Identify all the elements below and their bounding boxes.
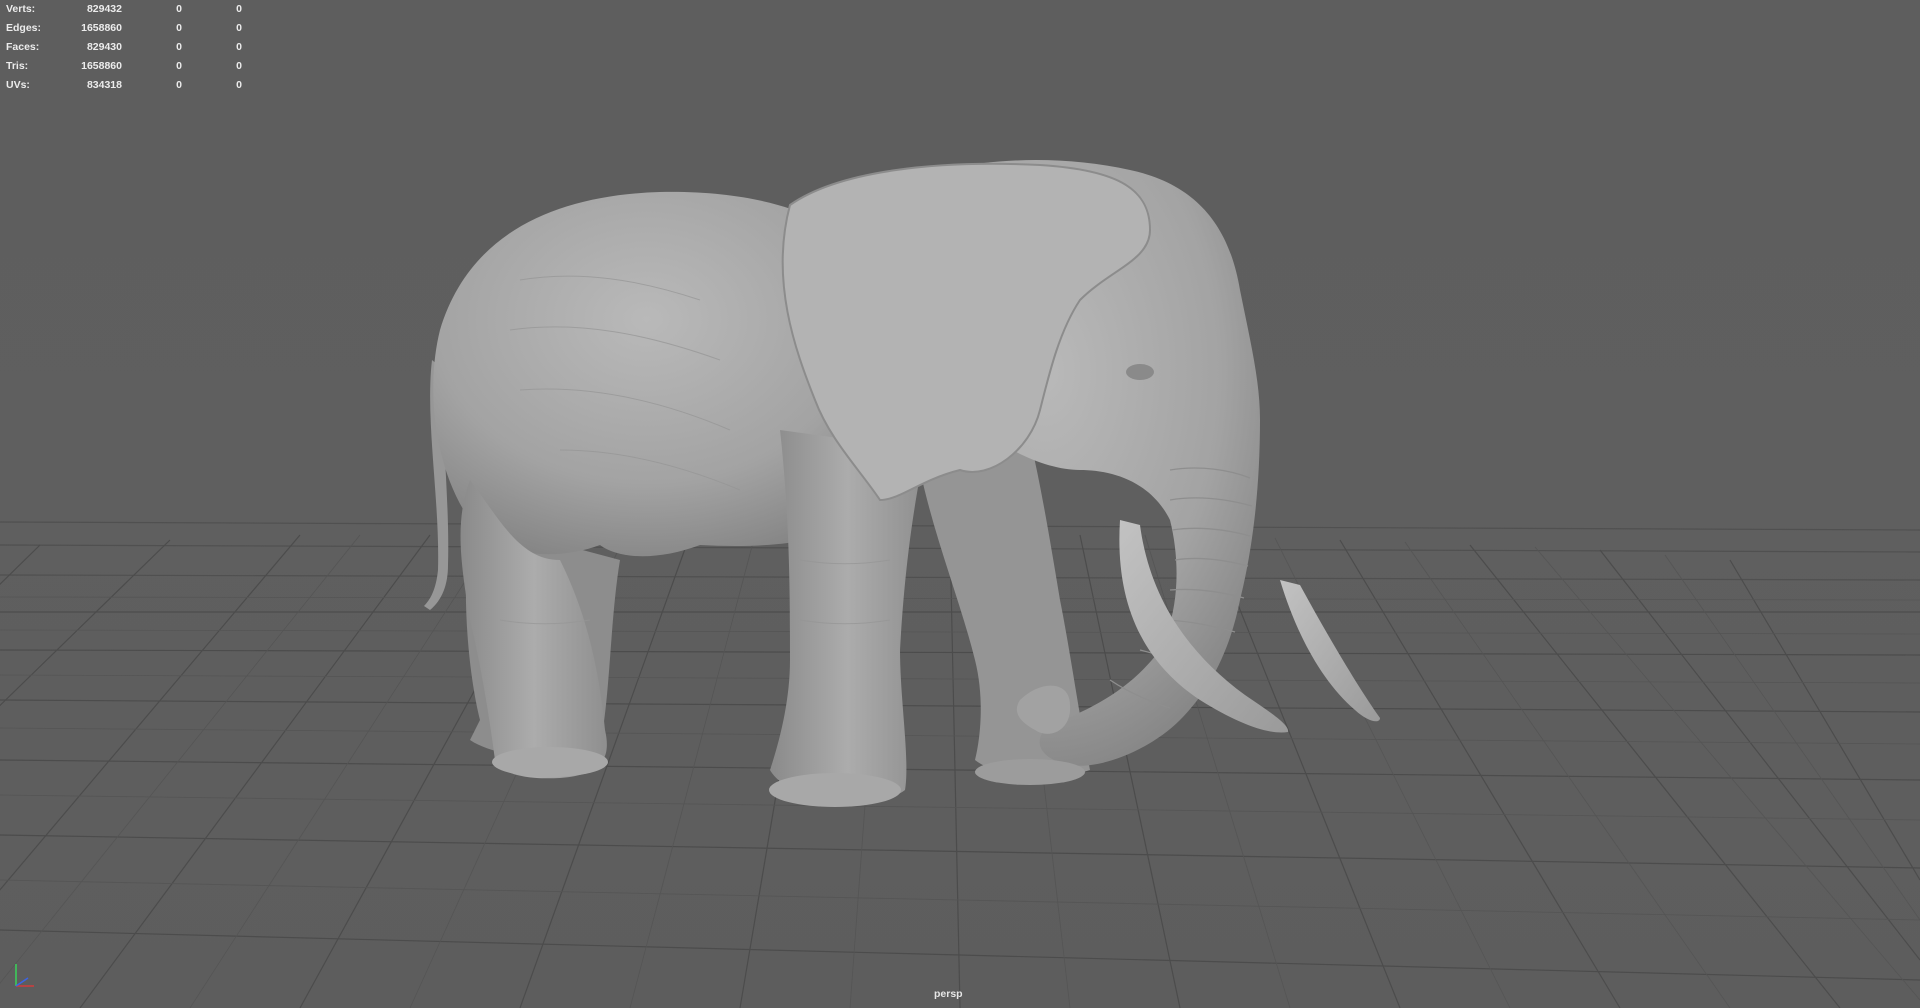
viewport-persp[interactable]: Verts: 829432 0 0 Edges: 1658860 0 0 Fac… (0, 0, 1920, 1008)
hud-value: 829432 (86, 3, 122, 15)
elephant-foot-front-near (769, 773, 901, 807)
elephant-model[interactable] (424, 160, 1380, 807)
elephant-foot-front-far (975, 759, 1085, 785)
hud-row-tris: Tris: 1658860 0 0 (6, 58, 242, 77)
elephant-tusk-far (1280, 580, 1380, 722)
hud-component: 0 (236, 79, 242, 91)
hud-component: 0 (236, 41, 242, 53)
poly-count-hud: Verts: 829432 0 0 Edges: 1658860 0 0 Fac… (6, 1, 242, 96)
hud-component: 0 (236, 3, 242, 15)
axis-gizmo-icon (15, 964, 34, 987)
camera-label: persp (934, 988, 963, 1000)
hud-label: Verts: (6, 3, 36, 15)
hud-selected: 0 (176, 79, 182, 91)
hud-row-faces: Faces: 829430 0 0 (6, 39, 242, 58)
hud-label: Edges: (6, 22, 42, 34)
hud-component: 0 (236, 22, 242, 34)
axis-z-icon (15, 977, 29, 987)
hud-label: Tris: (6, 60, 29, 72)
hud-row-edges: Edges: 1658860 0 0 (6, 20, 242, 39)
hud-selected: 0 (176, 3, 182, 15)
hud-value: 1658860 (81, 22, 122, 34)
elephant-foot-hind (492, 747, 608, 777)
hud-selected: 0 (176, 22, 182, 34)
hud-value: 834318 (86, 79, 122, 91)
hud-component: 0 (236, 60, 242, 72)
hud-label: Faces: (6, 41, 40, 53)
hud-value: 829430 (86, 41, 122, 53)
hud-row-uvs: UVs: 834318 0 0 (6, 77, 242, 96)
scene-3d[interactable] (0, 0, 1920, 1008)
hud-label: UVs: (6, 79, 30, 91)
hud-selected: 0 (176, 41, 182, 53)
hud-selected: 0 (176, 60, 182, 72)
hud-row-verts: Verts: 829432 0 0 (6, 1, 242, 20)
hud-value: 1658860 (81, 60, 122, 72)
elephant-eye (1126, 364, 1154, 380)
